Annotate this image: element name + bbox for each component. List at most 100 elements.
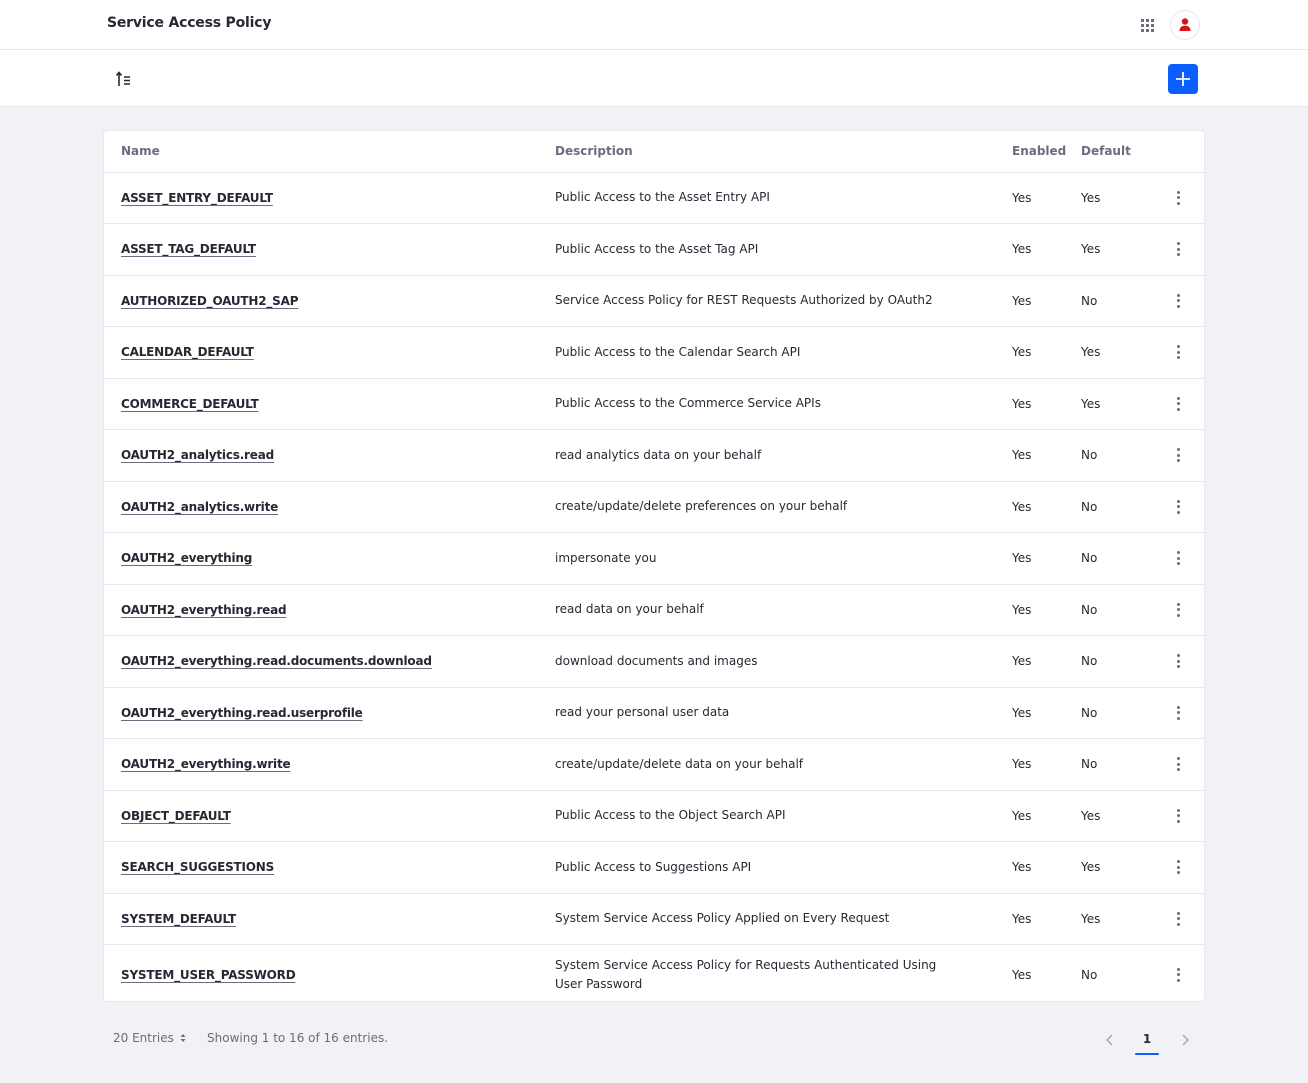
policy-name-link[interactable]: OAUTH2_analytics.write bbox=[121, 500, 278, 514]
policy-name-link[interactable]: OAUTH2_everything bbox=[121, 551, 252, 565]
table-row: SEARCH_SUGGESTIONS Public Access to Sugg… bbox=[104, 841, 1206, 894]
table-row: COMMERCE_DEFAULT Public Access to the Co… bbox=[104, 378, 1206, 430]
policy-default: Yes bbox=[1081, 378, 1151, 430]
entries-per-page-dropdown[interactable]: 20 Entries bbox=[113, 1031, 186, 1045]
row-actions-icon[interactable] bbox=[1168, 703, 1188, 723]
previous-page-button[interactable] bbox=[1101, 1031, 1119, 1049]
policy-description: read data on your behalf bbox=[555, 584, 1012, 636]
chevron-left-icon bbox=[1105, 1034, 1113, 1046]
applications-menu-icon[interactable] bbox=[1137, 15, 1157, 35]
policy-enabled: Yes bbox=[1012, 841, 1081, 894]
policies-table-card: Name Description Enabled Default ASSET_E… bbox=[103, 130, 1206, 1005]
row-actions-icon[interactable] bbox=[1168, 188, 1188, 208]
policy-enabled: Yes bbox=[1012, 429, 1081, 482]
row-actions-icon[interactable] bbox=[1168, 651, 1188, 671]
row-actions-icon[interactable] bbox=[1168, 857, 1188, 877]
policy-default: No bbox=[1081, 532, 1151, 585]
table-row: OAUTH2_everything.read read data on your… bbox=[104, 584, 1206, 636]
policy-name-link[interactable]: SYSTEM_USER_PASSWORD bbox=[121, 968, 296, 982]
row-actions-icon[interactable] bbox=[1168, 291, 1188, 311]
policy-enabled: Yes bbox=[1012, 532, 1081, 585]
user-icon bbox=[1179, 18, 1191, 31]
table-row: ASSET_ENTRY_DEFAULT Public Access to the… bbox=[104, 172, 1206, 224]
policy-description: download documents and images bbox=[555, 635, 1012, 688]
policy-default: Yes bbox=[1081, 841, 1151, 894]
policy-default: Yes bbox=[1081, 223, 1151, 276]
policy-description: Public Access to the Calendar Search API bbox=[555, 326, 1012, 379]
policy-default: No bbox=[1081, 687, 1151, 739]
row-actions-icon[interactable] bbox=[1168, 497, 1188, 517]
row-actions-icon[interactable] bbox=[1168, 342, 1188, 362]
policy-enabled: Yes bbox=[1012, 635, 1081, 688]
column-header-enabled: Enabled bbox=[1012, 131, 1081, 173]
page-title: Service Access Policy bbox=[107, 15, 272, 31]
policy-default: No bbox=[1081, 738, 1151, 791]
policy-enabled: Yes bbox=[1012, 378, 1081, 430]
pagination-results: Showing 1 to 16 of 16 entries. bbox=[207, 1031, 389, 1045]
policy-default: No bbox=[1081, 967, 1098, 982]
policies-table: Name Description Enabled Default ASSET_E… bbox=[104, 131, 1206, 1005]
table-row: OBJECT_DEFAULT Public Access to the Obje… bbox=[104, 790, 1206, 842]
policy-name-link[interactable]: OAUTH2_analytics.read bbox=[121, 448, 274, 462]
policy-enabled: Yes bbox=[1012, 275, 1081, 327]
policy-name-link[interactable]: OAUTH2_everything.read.documents.downloa… bbox=[121, 654, 432, 668]
entries-per-page-label: 20 Entries bbox=[113, 1031, 174, 1045]
table-row: OAUTH2_analytics.read read analytics dat… bbox=[104, 429, 1206, 482]
row-actions-icon[interactable] bbox=[1168, 445, 1188, 465]
policy-enabled: Yes bbox=[1012, 790, 1081, 842]
add-button[interactable] bbox=[1168, 64, 1198, 94]
policy-default: No bbox=[1081, 275, 1151, 327]
policy-name-link[interactable]: OAUTH2_everything.read.userprofile bbox=[121, 706, 363, 720]
policy-default: Yes bbox=[1081, 172, 1151, 224]
table-row: OAUTH2_everything.read.documents.downloa… bbox=[104, 635, 1206, 688]
sort-order-button[interactable] bbox=[114, 68, 136, 90]
policy-name-link[interactable]: OAUTH2_everything.write bbox=[121, 757, 291, 771]
caret-double-icon bbox=[180, 1034, 186, 1042]
policy-description: Public Access to Suggestions API bbox=[555, 841, 1012, 894]
policy-description: create/update/delete preferences on your… bbox=[555, 481, 1012, 533]
table-row: OAUTH2_everything impersonate you Yes No bbox=[104, 532, 1206, 585]
policy-enabled: Yes bbox=[1012, 893, 1081, 945]
policy-description: System Service Access Policy Applied on … bbox=[555, 893, 1012, 945]
chevron-right-icon bbox=[1182, 1034, 1190, 1046]
policy-default: No bbox=[1081, 635, 1151, 688]
policy-default: No bbox=[1081, 584, 1151, 636]
table-row: OAUTH2_everything.read.userprofile read … bbox=[104, 687, 1206, 739]
policy-name-link[interactable]: OBJECT_DEFAULT bbox=[121, 809, 231, 823]
user-avatar-button[interactable] bbox=[1170, 10, 1200, 40]
policy-enabled: Yes bbox=[1012, 481, 1081, 533]
row-actions-icon[interactable] bbox=[1168, 754, 1188, 774]
policy-default: Yes bbox=[1081, 790, 1151, 842]
policy-name-link[interactable]: AUTHORIZED_OAUTH2_SAP bbox=[121, 294, 299, 308]
table-row: AUTHORIZED_OAUTH2_SAP Service Access Pol… bbox=[104, 275, 1206, 327]
policy-name-link[interactable]: OAUTH2_everything.read bbox=[121, 603, 287, 617]
policy-name-link[interactable]: SYSTEM_DEFAULT bbox=[121, 912, 236, 926]
policy-default: No bbox=[1081, 481, 1151, 533]
table-row: SYSTEM_USER_PASSWORD System Service Acce… bbox=[104, 945, 1206, 1005]
policy-enabled: Yes bbox=[1012, 967, 1032, 982]
column-header-name: Name bbox=[104, 131, 555, 173]
row-actions-icon[interactable] bbox=[1168, 965, 1188, 985]
table-header-row: Name Description Enabled Default bbox=[104, 131, 1206, 173]
policy-name-link[interactable]: ASSET_ENTRY_DEFAULT bbox=[121, 191, 273, 205]
row-actions-icon[interactable] bbox=[1168, 239, 1188, 259]
row-actions-icon[interactable] bbox=[1168, 394, 1188, 414]
policy-default: No bbox=[1081, 429, 1151, 482]
policy-enabled: Yes bbox=[1012, 687, 1081, 739]
row-actions-icon[interactable] bbox=[1168, 600, 1188, 620]
table-row: ASSET_TAG_DEFAULT Public Access to the A… bbox=[104, 223, 1206, 276]
policy-description: read your personal user data bbox=[555, 687, 1012, 739]
row-actions-icon[interactable] bbox=[1168, 548, 1188, 568]
policy-name-link[interactable]: ASSET_TAG_DEFAULT bbox=[121, 242, 256, 256]
row-actions-icon[interactable] bbox=[1168, 909, 1188, 929]
column-header-default: Default bbox=[1081, 131, 1151, 173]
policy-enabled: Yes bbox=[1012, 326, 1081, 379]
page-number-button[interactable]: 1 bbox=[1133, 1025, 1161, 1055]
next-page-button[interactable] bbox=[1176, 1031, 1194, 1049]
policy-name-link[interactable]: COMMERCE_DEFAULT bbox=[121, 397, 259, 411]
policy-name-link[interactable]: SEARCH_SUGGESTIONS bbox=[121, 860, 274, 874]
column-header-actions bbox=[1151, 131, 1206, 173]
row-actions-icon[interactable] bbox=[1168, 806, 1188, 826]
policy-name-link[interactable]: CALENDAR_DEFAULT bbox=[121, 345, 254, 359]
management-toolbar bbox=[0, 50, 1308, 107]
